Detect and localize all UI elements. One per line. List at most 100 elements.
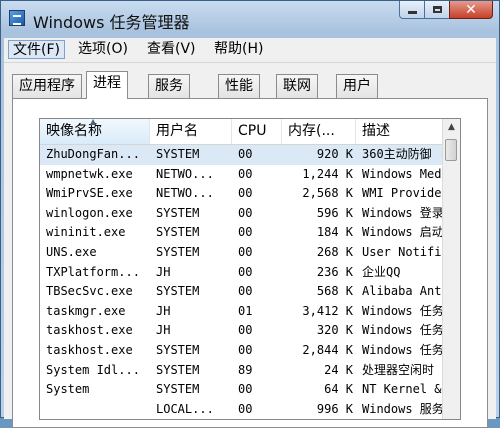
cell-user: SYSTEM bbox=[156, 147, 200, 161]
cell-desc: Windows 任务 bbox=[362, 303, 444, 318]
scroll-up-icon[interactable]: ▲ bbox=[443, 119, 460, 136]
cell-name: TBSecSvc.exe bbox=[46, 284, 133, 299]
cell-cpu: 00 bbox=[238, 342, 253, 357]
cell-name: System bbox=[46, 382, 90, 397]
client-area: 应用程序 进程 服务 性能 联网 用户 ▲ 映像名称 用户名 CPU 内存(..… bbox=[4, 63, 496, 428]
cell-user: SYSTEM bbox=[156, 362, 200, 377]
tab-performance[interactable]: 性能 bbox=[218, 74, 260, 98]
cell-user: SYSTEM bbox=[156, 225, 200, 240]
scrollbar-thumb[interactable] bbox=[445, 139, 457, 161]
table-row[interactable]: WmiPrvSE.exe NETWO... 00 2,568 K WMI Provide… bbox=[40, 184, 450, 204]
cell-user: SYSTEM bbox=[156, 382, 200, 397]
cell-name: taskhost.exe bbox=[46, 342, 133, 357]
cell-desc: Windows 任务 bbox=[362, 342, 444, 357]
list-header: ▲ 映像名称 用户名 CPU 内存(... 描述 bbox=[40, 119, 460, 145]
menu-help[interactable]: 帮助(H) bbox=[210, 40, 267, 59]
cell-cpu: 00 bbox=[238, 205, 253, 220]
cell-user: LOCAL... bbox=[156, 401, 214, 416]
table-row[interactable]: System SYSTEM 00 64 K NT Kernel & bbox=[40, 380, 450, 400]
menu-options[interactable]: 选项(O) bbox=[74, 40, 132, 59]
cell-user: NETWO... bbox=[156, 166, 214, 181]
tab-users[interactable]: 用户 bbox=[336, 74, 378, 98]
task-manager-window: Windows 任务管理器 ✕ 文件(F) 选项(O) 查看(V) 帮助(H) … bbox=[0, 0, 500, 428]
cell-cpu: 00 bbox=[238, 244, 253, 259]
cell-user: JH bbox=[156, 303, 171, 318]
cell-cpu: 00 bbox=[238, 166, 253, 181]
cell-mem: 920 K bbox=[316, 147, 353, 161]
cell-name: System Idl... bbox=[46, 362, 140, 377]
column-header-cpu[interactable]: CPU bbox=[232, 119, 282, 144]
cell-mem: 320 K bbox=[316, 323, 353, 338]
maximize-button[interactable] bbox=[424, 1, 450, 19]
cell-cpu: 00 bbox=[238, 382, 253, 397]
column-header-image-name[interactable]: ▲ 映像名称 bbox=[40, 119, 150, 144]
cell-desc: Windows 登录 bbox=[362, 205, 444, 220]
cell-desc: Windows Media bbox=[362, 166, 450, 181]
menu-view[interactable]: 查看(V) bbox=[143, 40, 200, 59]
table-row[interactable]: winlogon.exe SYSTEM 00 596 K Windows 登录 bbox=[40, 204, 450, 224]
sort-up-icon: ▲ bbox=[90, 119, 97, 126]
tab-applications[interactable]: 应用程序 bbox=[12, 74, 82, 98]
cell-desc: NT Kernel & bbox=[362, 382, 442, 397]
cell-name: WmiPrvSE.exe bbox=[46, 186, 133, 201]
table-row[interactable]: UNS.exe SYSTEM 00 268 K User Notific bbox=[40, 243, 450, 263]
cell-desc: Windows 启动 bbox=[362, 225, 444, 240]
cell-desc: 企业QQ bbox=[362, 264, 401, 279]
cell-mem: 24 K bbox=[324, 362, 353, 377]
minimize-button[interactable] bbox=[399, 1, 425, 19]
cell-user: JH bbox=[156, 323, 171, 338]
cell-desc: 360主动防御 bbox=[362, 147, 432, 161]
cell-mem: 2,568 K bbox=[302, 186, 353, 201]
cell-cpu: 00 bbox=[238, 323, 253, 338]
column-header-user[interactable]: 用户名 bbox=[150, 119, 232, 144]
processes-panel: ▲ 映像名称 用户名 CPU 内存(... 描述 ZhuDongFan... SY… bbox=[12, 98, 488, 428]
column-header-memory[interactable]: 内存(... bbox=[282, 119, 356, 144]
cell-name bbox=[40, 400, 150, 419]
table-row[interactable]: taskhost.exe JH 00 320 K Windows 任务 bbox=[40, 321, 450, 341]
cell-desc: User Notific bbox=[362, 244, 449, 259]
cell-cpu: 00 bbox=[238, 186, 253, 201]
table-row[interactable]: TXPlatform... JH 00 236 K 企业QQ bbox=[40, 263, 450, 283]
column-header-description[interactable]: 描述 bbox=[356, 119, 450, 144]
table-row[interactable]: wmpnetwk.exe NETWO... 00 1,244 K Windows Med… bbox=[40, 165, 450, 185]
cell-name: taskmgr.exe bbox=[46, 303, 126, 318]
close-icon: ✕ bbox=[465, 1, 477, 18]
table-row[interactable]: wininit.exe SYSTEM 00 184 K Windows 启动 bbox=[40, 223, 450, 243]
tab-networking[interactable]: 联网 bbox=[276, 74, 318, 98]
table-row[interactable]: taskmgr.exe JH 01 3,412 K Windows 任务 bbox=[40, 302, 450, 322]
cell-mem: 64 K bbox=[324, 382, 353, 397]
cell-mem: 996 K bbox=[316, 401, 353, 416]
title-bar[interactable]: Windows 任务管理器 ✕ bbox=[1, 1, 499, 37]
cell-user: SYSTEM bbox=[156, 205, 200, 220]
cell-mem: 3,412 K bbox=[302, 303, 353, 318]
table-row[interactable]: taskhost.exe SYSTEM 00 2,844 K Windows 任务 bbox=[40, 341, 450, 361]
cell-mem: 184 K bbox=[316, 225, 353, 240]
cell-desc: Windows 服务 bbox=[362, 401, 444, 416]
close-button[interactable]: ✕ bbox=[449, 1, 493, 19]
cell-cpu: 00 bbox=[238, 264, 253, 279]
minimize-icon bbox=[407, 11, 417, 14]
task-manager-icon bbox=[9, 10, 25, 26]
process-list[interactable]: ▲ 映像名称 用户名 CPU 内存(... 描述 ZhuDongFan... SY… bbox=[39, 118, 461, 420]
menu-file[interactable]: 文件(F) bbox=[8, 40, 65, 59]
cell-cpu: 89 bbox=[238, 362, 253, 377]
maximize-icon bbox=[432, 6, 442, 13]
table-row[interactable]: TBSecSvc.exe SYSTEM 00 568 K Alibaba Anti bbox=[40, 282, 450, 302]
cell-mem: 1,244 K bbox=[302, 166, 353, 181]
cell-user: SYSTEM bbox=[156, 342, 200, 357]
cell-name: ZhuDongFan... bbox=[46, 147, 140, 161]
table-row[interactable]: ZhuDongFan... SYSTEM 00 920 K 360主动防御 bbox=[40, 145, 450, 165]
tab-processes[interactable]: 进程 bbox=[86, 71, 128, 99]
cell-name: wininit.exe bbox=[46, 225, 126, 240]
cell-cpu: 00 bbox=[238, 401, 253, 416]
table-row[interactable]: LOCAL... 00 996 K Windows 服务 bbox=[40, 400, 450, 419]
cell-cpu: 00 bbox=[238, 284, 253, 299]
cell-desc: Windows 任务 bbox=[362, 323, 444, 338]
table-row[interactable]: System Idl... SYSTEM 89 24 K 处理器空闲时 bbox=[40, 361, 450, 381]
tab-services[interactable]: 服务 bbox=[148, 74, 190, 98]
window-title: Windows 任务管理器 bbox=[33, 13, 190, 32]
vertical-scrollbar[interactable]: ▲ bbox=[442, 119, 460, 419]
cell-name: taskhost.exe bbox=[46, 323, 133, 338]
process-rows: ZhuDongFan... SYSTEM 00 920 K 360主动防御 wmpnetw… bbox=[40, 145, 450, 419]
cell-cpu: 01 bbox=[238, 303, 253, 318]
